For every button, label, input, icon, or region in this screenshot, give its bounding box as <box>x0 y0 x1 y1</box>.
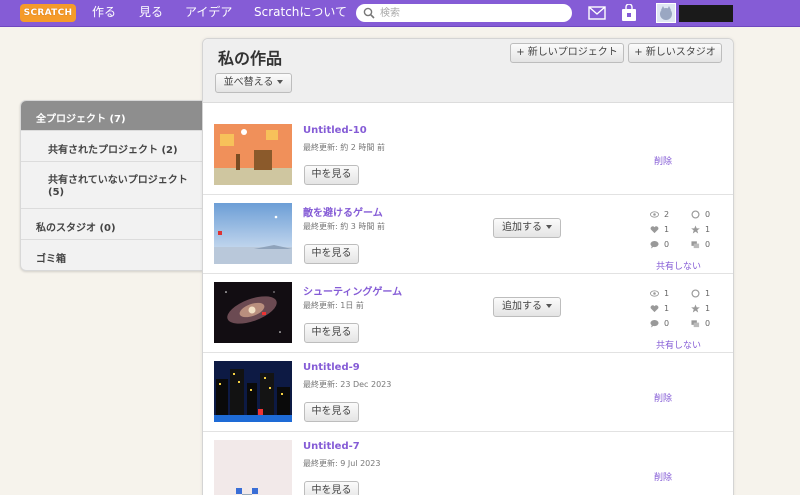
add-to-studio-dropdown[interactable]: 追加する <box>493 297 561 317</box>
star-icon <box>691 304 700 313</box>
sidebar-item-all-projects[interactable]: 全プロジェクト (7) <box>21 101 203 131</box>
sidebar: 全プロジェクト (7) 共有されたプロジェクト (2) 共有されていないプロジェ… <box>20 100 203 271</box>
nav-about[interactable]: Scratchについて <box>254 0 347 27</box>
sidebar-item-unshared[interactable]: 共有されていないプロジェクト (5) <box>21 162 203 209</box>
views-icon <box>650 211 659 218</box>
comments-count: 0 <box>664 240 670 249</box>
project-title[interactable]: シューティングゲーム <box>303 283 402 298</box>
username-block[interactable] <box>679 5 733 22</box>
chevron-down-icon <box>277 80 284 84</box>
sidebar-item-label: ゴミ箱 <box>36 254 66 265</box>
nav-create[interactable]: 作る <box>92 0 116 27</box>
delete-link[interactable]: 削除 <box>654 154 672 167</box>
sidebar-item-label-count: (5) <box>48 187 65 198</box>
messages-icon[interactable] <box>588 6 606 20</box>
project-title[interactable]: 敵を避けるゲーム <box>303 204 383 219</box>
sort-label: 並べ替える <box>223 77 274 88</box>
sidebar-item-label: 全プロジェクト (7) <box>36 114 126 125</box>
remix-icon <box>691 210 700 219</box>
star-icon <box>691 225 700 234</box>
studio-icon <box>691 320 700 328</box>
project-thumbnail[interactable] <box>214 203 292 264</box>
project-row: Untitled-9 最終更新: 23 Dec 2023 中を見る 削除 <box>203 353 733 432</box>
sidebar-item-label: 私のスタジオ (0) <box>36 223 116 234</box>
search-icon[interactable] <box>363 7 375 19</box>
city-night-thumbnail <box>214 361 292 422</box>
scratch-logo[interactable]: SCRATCH <box>20 4 76 22</box>
comments-count: 0 <box>664 319 670 328</box>
views-count: 2 <box>664 210 670 219</box>
project-updated: 最終更新: 23 Dec 2023 <box>303 380 392 389</box>
sort-dropdown[interactable]: 並べ替える <box>215 73 292 93</box>
new-studio-button[interactable]: + 新しいスタジオ <box>628 43 722 63</box>
loves-count: 1 <box>664 304 670 313</box>
comment-icon <box>650 319 659 328</box>
nav-explore[interactable]: 見る <box>139 0 163 27</box>
sidebar-item-label: 共有されたプロジェクト (2) <box>48 145 178 156</box>
unshare-link[interactable]: 共有しない <box>656 259 701 272</box>
chevron-down-icon <box>546 304 552 308</box>
studio-icon <box>691 241 700 249</box>
sky-scene-thumbnail <box>214 203 292 264</box>
room-scene-thumbnail <box>214 124 292 185</box>
avatar[interactable] <box>656 3 676 23</box>
add-to-studio-label: 追加する <box>502 222 542 233</box>
heart-icon <box>650 305 659 313</box>
remixes-count: 0 <box>705 210 711 219</box>
views-icon <box>650 290 659 297</box>
unshare-link[interactable]: 共有しない <box>656 338 701 351</box>
project-row: 敵を避けるゲーム 最終更新: 約 3 時間 前 中を見る 追加する 2 0 1 … <box>203 195 733 274</box>
see-inside-button[interactable]: 中を見る <box>304 323 359 343</box>
favorites-count: 1 <box>705 225 711 234</box>
project-updated: 最終更新: 9 Jul 2023 <box>303 459 381 468</box>
galaxy-scene-thumbnail <box>214 282 292 343</box>
sidebar-item-trash[interactable]: ゴミ箱 <box>21 240 203 270</box>
see-inside-button[interactable]: 中を見る <box>304 402 359 422</box>
delete-link[interactable]: 削除 <box>654 391 672 404</box>
project-title[interactable]: Untitled-9 <box>303 362 360 373</box>
nav-ideas[interactable]: アイデア <box>185 0 232 27</box>
project-thumbnail[interactable] <box>214 440 292 495</box>
studios-count: 0 <box>705 240 711 249</box>
project-row: シューティングゲーム 最終更新: 1日 前 中を見る 追加する 1 1 1 1 … <box>203 274 733 353</box>
top-nav: SCRATCH 作る 見る アイデア Scratchについて <box>0 0 800 27</box>
remixes-count: 1 <box>705 289 711 298</box>
project-updated: 最終更新: 1日 前 <box>303 301 364 310</box>
remix-icon <box>691 289 700 298</box>
chevron-down-icon <box>546 225 552 229</box>
project-updated: 最終更新: 約 2 時間 前 <box>303 143 385 152</box>
delete-link[interactable]: 削除 <box>654 470 672 483</box>
add-to-studio-dropdown[interactable]: 追加する <box>493 218 561 238</box>
add-to-studio-label: 追加する <box>502 301 542 312</box>
main-header: 私の作品 + 新しいプロジェクト + 新しいスタジオ 並べ替える <box>203 39 733 103</box>
sprite-scene-thumbnail <box>214 440 292 495</box>
search-input[interactable] <box>380 6 566 20</box>
my-stuff-icon[interactable] <box>621 4 637 22</box>
project-thumbnail[interactable] <box>214 282 292 343</box>
views-count: 1 <box>664 289 670 298</box>
studios-count: 0 <box>705 319 711 328</box>
see-inside-button[interactable]: 中を見る <box>304 165 359 185</box>
project-thumbnail[interactable] <box>214 124 292 185</box>
project-row: Untitled-10 最終更新: 約 2 時間 前 中を見る 削除 <box>203 116 733 195</box>
sidebar-item-label: 共有されていないプロジェクト <box>48 175 188 186</box>
see-inside-button[interactable]: 中を見る <box>304 481 359 495</box>
sidebar-item-studios[interactable]: 私のスタジオ (0) <box>21 209 203 240</box>
project-title[interactable]: Untitled-10 <box>303 125 367 136</box>
project-row: Untitled-7 最終更新: 9 Jul 2023 中を見る 削除 <box>203 432 733 495</box>
heart-icon <box>650 226 659 234</box>
cat-avatar-icon <box>660 6 672 20</box>
loves-count: 1 <box>664 225 670 234</box>
new-project-button[interactable]: + 新しいプロジェクト <box>510 43 624 63</box>
search-box <box>356 4 572 22</box>
see-inside-button[interactable]: 中を見る <box>304 244 359 264</box>
main-panel: 私の作品 + 新しいプロジェクト + 新しいスタジオ 並べ替える Untitle… <box>202 38 734 495</box>
favorites-count: 1 <box>705 304 711 313</box>
sidebar-item-shared[interactable]: 共有されたプロジェクト (2) <box>21 131 203 162</box>
page-title: 私の作品 <box>218 49 283 68</box>
project-thumbnail[interactable] <box>214 361 292 422</box>
project-title[interactable]: Untitled-7 <box>303 441 360 452</box>
project-updated: 最終更新: 約 3 時間 前 <box>303 222 385 231</box>
comment-icon <box>650 240 659 249</box>
